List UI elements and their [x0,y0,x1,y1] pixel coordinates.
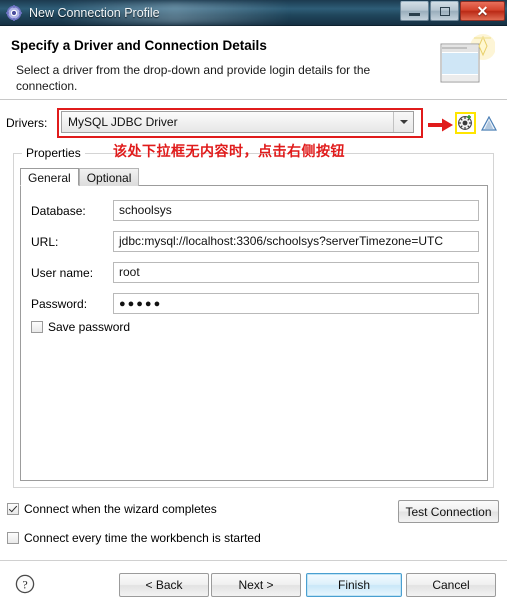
properties-group-label: Properties [22,146,85,160]
database-label: Database: [31,204,86,218]
chinese-annotation-text: 该处下拉框无内容时，点击右侧按钮 [113,144,345,160]
connect-on-finish-label: Connect when the wizard completes [24,502,217,516]
general-tab-panel: Database: schoolsys URL: jdbc:mysql://lo… [20,185,488,481]
driver-dropdown[interactable]: MySQL JDBC Driver [61,111,414,133]
save-password-label: Save password [48,320,131,334]
password-input[interactable]: ●●●●● [113,293,479,314]
connection-profile-gear-icon [6,4,22,21]
connect-on-finish-checkbox[interactable] [7,503,19,515]
close-icon: ✕ [476,3,489,19]
database-wizard-icon [437,34,496,90]
window-controls: ✕ [399,1,505,22]
connect-on-startup-row[interactable]: Connect every time the workbench is star… [7,531,261,545]
drivers-label: Drivers: [6,116,48,130]
save-password-row[interactable]: Save password [31,320,130,334]
connect-on-startup-label: Connect every time the workbench is star… [24,531,261,545]
password-field-row: Password: ●●●●● [31,293,479,315]
username-label: User name: [31,266,94,280]
properties-tabstrip: General Optional [20,167,140,186]
window-titlebar[interactable]: New Connection Profile ✕ [0,0,507,26]
finish-button[interactable]: Finish [306,573,402,597]
chevron-down-icon[interactable] [393,112,413,132]
cancel-button[interactable]: Cancel [406,573,496,597]
database-input[interactable]: schoolsys [113,200,479,221]
connection-options: Connect when the wizard completes Connec… [0,498,507,558]
back-button[interactable]: < Back [119,573,209,597]
url-label: URL: [31,235,59,249]
maximize-button[interactable] [430,1,459,21]
next-button[interactable]: Next > [211,573,301,597]
red-pointer-arrow-icon [428,118,454,132]
wizard-footer: ? < Back Next > Finish Cancel [0,561,507,611]
test-connection-button[interactable]: Test Connection [398,500,499,523]
svg-text:?: ? [22,578,27,592]
drivers-row: Drivers: MySQL JDBC Driver [0,108,507,140]
page-description: Select a driver from the drop-down and p… [16,63,371,93]
page-title: Specify a Driver and Connection Details [11,38,267,53]
warning-triangle-icon[interactable] [480,115,498,131]
password-label: Password: [31,297,88,311]
minimize-icon [409,13,420,16]
url-input[interactable]: jdbc:mysql://localhost:3306/schoolsys?se… [113,231,479,252]
close-button[interactable]: ✕ [460,1,505,21]
username-input[interactable]: root [113,262,479,283]
url-field-row: URL: jdbc:mysql://localhost:3306/schools… [31,231,479,253]
save-password-checkbox[interactable] [31,321,43,333]
minimize-button[interactable] [400,1,429,21]
help-question-icon[interactable]: ? [15,574,35,594]
driver-dropdown-value: MySQL JDBC Driver [68,115,178,129]
tab-optional[interactable]: Optional [78,168,140,186]
wizard-header: Specify a Driver and Connection Details … [0,26,507,100]
username-field-row: User name: root [31,262,479,284]
maximize-icon [439,6,450,16]
database-field-row: Database: schoolsys [31,200,479,222]
connect-on-startup-checkbox[interactable] [7,532,19,544]
tab-general[interactable]: General [20,168,79,186]
connect-on-finish-row[interactable]: Connect when the wizard completes [7,502,217,516]
window-title: New Connection Profile [29,5,160,20]
new-driver-definition-icon[interactable] [457,114,474,131]
